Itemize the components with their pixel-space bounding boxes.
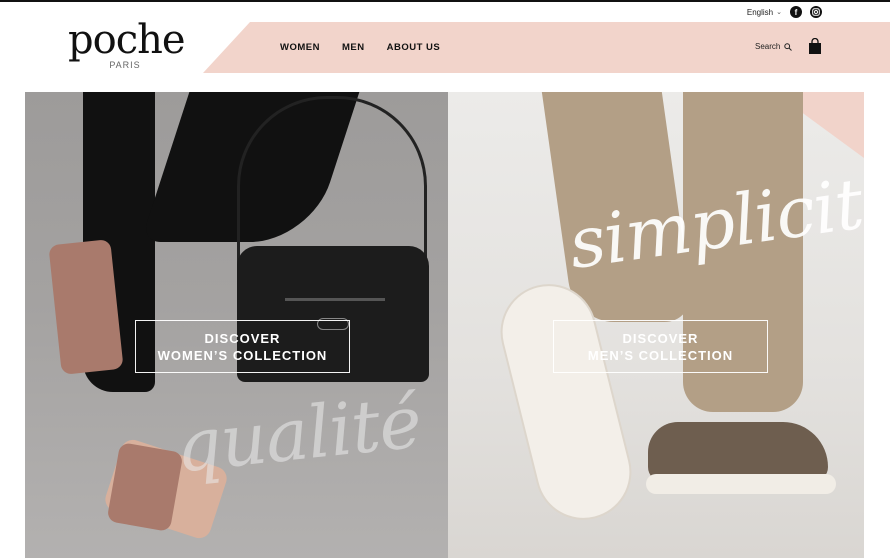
chevron-down-icon: ⌄	[776, 9, 782, 16]
logo-wordmark: poche	[68, 17, 186, 63]
right-shoe	[648, 422, 828, 482]
women-hero-panel[interactable]: qualité DISCOVER WOMEN’S COLLECTION	[25, 92, 448, 558]
language-selector[interactable]: English ⌄	[747, 8, 782, 17]
right-shoe-sole	[646, 474, 836, 494]
nav-item-men[interactable]: MEN	[342, 42, 365, 53]
right-sandal	[106, 442, 184, 532]
bag-strap	[237, 96, 427, 266]
instagram-icon[interactable]	[810, 6, 822, 18]
language-label: English	[746, 7, 774, 17]
search-label: Search	[755, 42, 781, 51]
cta-line-1: DISCOVER	[204, 330, 281, 346]
nav-item-about-us[interactable]: ABOUT US	[387, 42, 441, 53]
brand-logo[interactable]: poche PARIS	[68, 17, 186, 70]
discover-men-button[interactable]: DISCOVER MEN’S COLLECTION	[553, 320, 768, 373]
discover-women-button[interactable]: DISCOVER WOMEN’S COLLECTION	[135, 320, 350, 373]
men-hero-panel[interactable]: simplicité DISCOVER MEN’S COLLECTION	[448, 92, 864, 558]
search-icon	[784, 42, 793, 51]
instagram-glyph	[812, 8, 820, 16]
qualite-script: qualité	[171, 379, 425, 489]
cta-line-1: DISCOVER	[622, 330, 699, 346]
handbag-zip	[285, 298, 385, 301]
cta-line-2: WOMEN’S COLLECTION	[157, 347, 328, 363]
main-nav: WOMEN MEN ABOUT US	[280, 42, 440, 53]
cta-line-2: MEN’S COLLECTION	[587, 347, 734, 363]
top-border	[0, 0, 890, 2]
search-button[interactable]: Search	[755, 42, 793, 51]
facebook-icon[interactable]: f	[790, 6, 802, 18]
shopping-bag-icon[interactable]	[808, 38, 822, 54]
utility-bar: English ⌄ f	[747, 6, 822, 18]
nav-item-women[interactable]: WOMEN	[280, 42, 320, 53]
